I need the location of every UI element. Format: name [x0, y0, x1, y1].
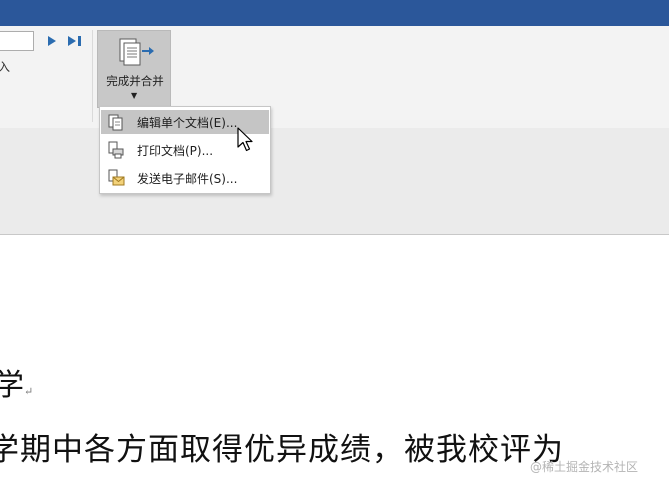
menu-item-label: 编辑单个文档(E)... [137, 116, 238, 130]
dropdown-caret-icon: ▼ [131, 91, 138, 100]
document-text-line: 学期中各方面取得优异成绩，被我校评为 [0, 424, 564, 469]
document-text: 学 [0, 368, 24, 403]
record-number-input[interactable] [0, 31, 34, 51]
print-documents-icon [108, 141, 124, 159]
document-text: 学期中各方面取得优异成绩，被我校评为 [0, 432, 564, 468]
watermark: @稀土掘金技术社区 [530, 460, 639, 474]
finish-merge-label: 完成并合并 [106, 74, 164, 88]
partial-ribbon-label: 入 [0, 60, 11, 74]
menu-item-send-email[interactable]: 发送电子邮件(S)... [101, 166, 269, 190]
next-record-icon[interactable] [46, 34, 58, 48]
send-email-icon [108, 169, 125, 186]
finish-merge-icon [119, 38, 154, 66]
menu-item-label: 打印文档(P)... [137, 144, 214, 158]
document-text-line: 学↵ [0, 360, 33, 404]
group-separator [92, 30, 93, 122]
finish-merge-button[interactable]: 完成并合并 ▼ [97, 30, 171, 108]
edit-documents-icon [108, 114, 123, 131]
paragraph-mark: ↵ [24, 385, 34, 398]
mouse-pointer-icon [237, 127, 253, 152]
last-record-icon[interactable] [66, 34, 84, 48]
menu-item-label: 发送电子邮件(S)... [137, 172, 238, 186]
title-bar [0, 0, 669, 26]
